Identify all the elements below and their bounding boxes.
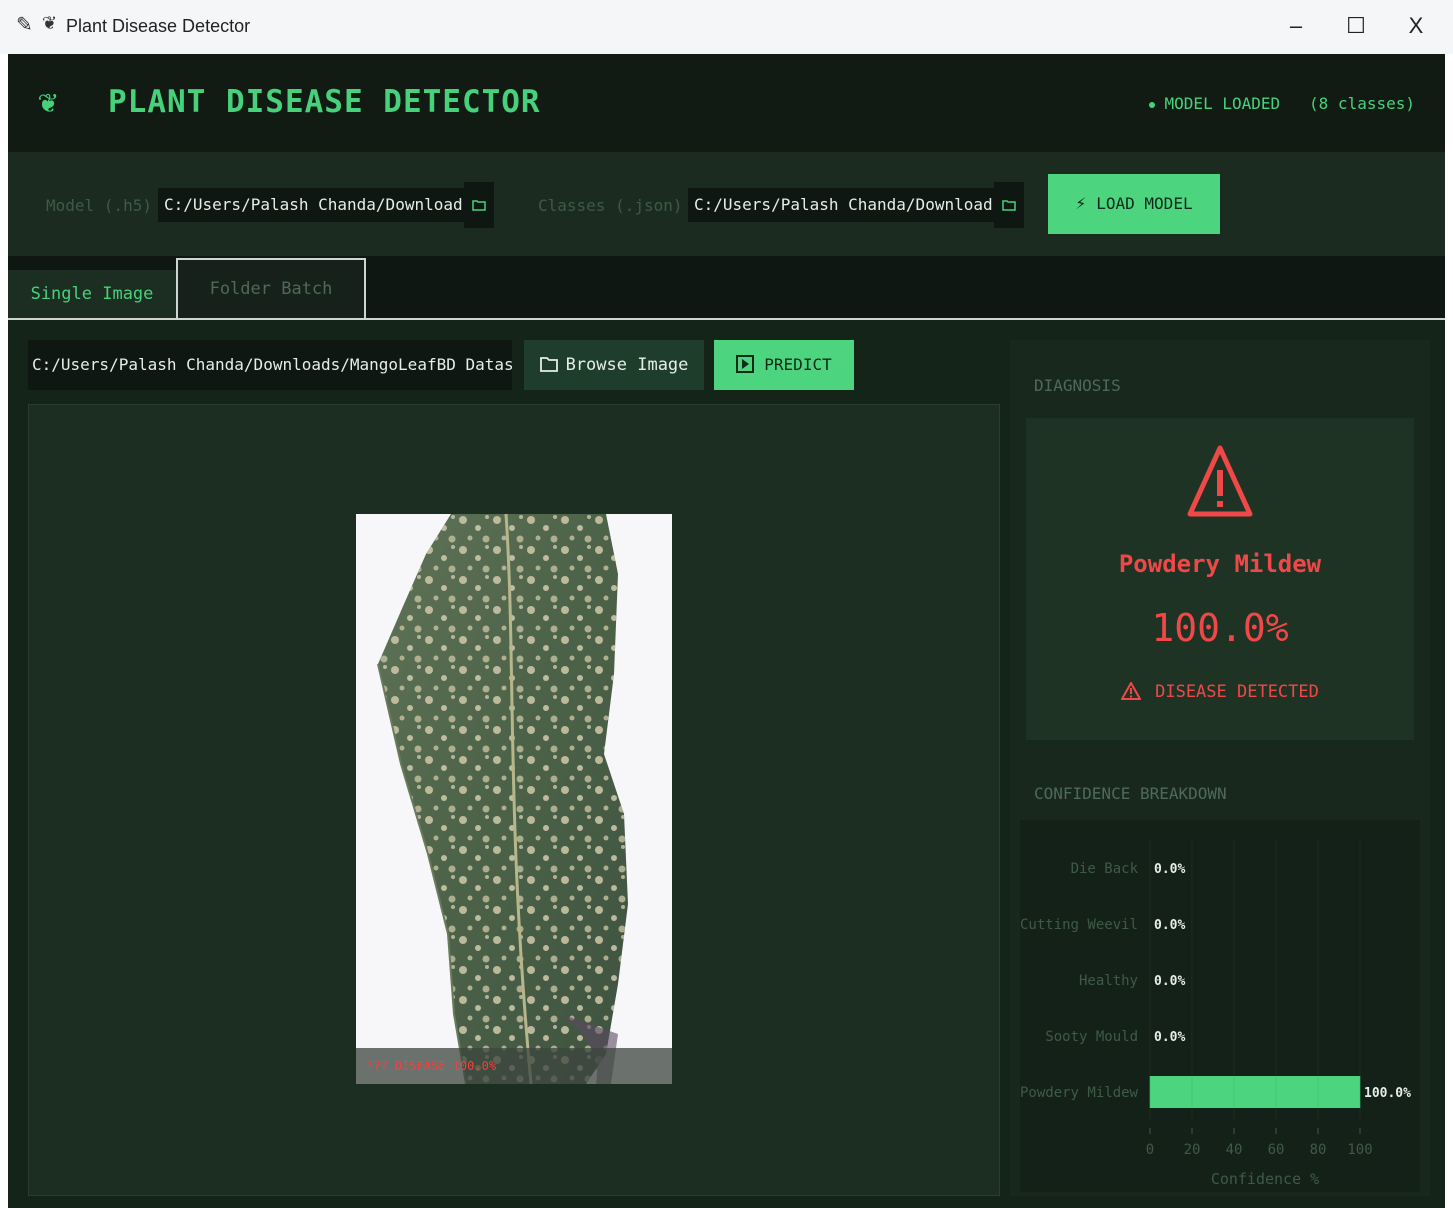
app-title: PLANT DISEASE DETECTOR xyxy=(108,84,541,120)
leaf-logo-icon: ❦ xyxy=(38,82,58,120)
predict-label: PREDICT xyxy=(764,355,832,374)
classes-browse-button[interactable] xyxy=(994,182,1024,228)
leaf-icon: ❦ xyxy=(42,13,58,33)
disease-status-text: DISEASE DETECTED xyxy=(1155,682,1319,702)
browse-image-button[interactable]: Browse Image xyxy=(524,340,704,390)
chart-category-label: Sooty Mould xyxy=(1045,1029,1138,1045)
chart-value-label: 0.0% xyxy=(1154,862,1185,877)
confidence-breakdown-chart: Die Back 0.0% Cutting Weevil 0.0% Healthy 0.0… xyxy=(1020,820,1420,1192)
chart-tick-label: 40 xyxy=(1226,1142,1243,1158)
warning-icon xyxy=(1187,445,1253,517)
chart-value-label: 0.0% xyxy=(1154,1030,1185,1045)
window-titlebar: ✎ ❦ Plant Disease Detector – ☐ X xyxy=(0,0,1453,54)
image-preview-panel: ??? DISEASE 100.0% xyxy=(28,404,1000,1196)
load-model-button[interactable]: ⚡ LOAD MODEL xyxy=(1048,174,1220,234)
chart-bar xyxy=(1150,1076,1360,1108)
folder-icon xyxy=(1002,200,1016,211)
image-prediction-overlay: ??? DISEASE 100.0% xyxy=(356,1048,672,1084)
chart-category-label: Powdery Mildew xyxy=(1020,1085,1139,1101)
chart-value-label: 0.0% xyxy=(1154,974,1185,989)
chart-tick-label: 0 xyxy=(1146,1142,1154,1158)
folder-icon xyxy=(472,200,486,211)
tab-folder-batch[interactable]: Folder Batch xyxy=(176,258,366,318)
load-model-label: LOAD MODEL xyxy=(1096,194,1193,213)
chart-tick-label: 60 xyxy=(1268,1142,1285,1158)
model-config-bar: Model (.h5) C:/Users/Palash Chanda/Downl… xyxy=(8,152,1445,256)
classes-label: Classes (.json) xyxy=(538,196,683,215)
window-title: Plant Disease Detector xyxy=(66,16,251,36)
predict-button[interactable]: PREDICT xyxy=(714,340,854,390)
warning-small-icon xyxy=(1120,680,1142,700)
predicted-class: Powdery Mildew xyxy=(1118,550,1322,578)
diagnosis-panel: DIAGNOSIS Powdery Mildew 100.0% DISEASE … xyxy=(1010,340,1430,1196)
chart-tick-label: 100 xyxy=(1347,1142,1372,1158)
maximize-button[interactable]: ☐ xyxy=(1334,8,1378,44)
tab-single-image[interactable]: Single Image xyxy=(8,270,176,318)
leaf-image: ??? DISEASE 100.0% xyxy=(356,514,672,1084)
status-dot-icon xyxy=(1148,101,1155,108)
disease-status: DISEASE DETECTED xyxy=(1026,680,1414,702)
chart-value-label: 100.0% xyxy=(1364,1086,1411,1101)
close-button[interactable]: X xyxy=(1394,8,1438,44)
lightning-icon: ⚡ xyxy=(1075,193,1087,214)
image-path-field[interactable]: C:/Users/Palash Chanda/Downloads/MangoLe… xyxy=(28,340,512,390)
chart-tick-label: 20 xyxy=(1184,1142,1201,1158)
chart-x-axis-label: Confidence % xyxy=(1211,1170,1319,1188)
diagnosis-section-title: DIAGNOSIS xyxy=(1034,376,1121,395)
feather-icon: ✎ xyxy=(16,14,33,36)
minimize-button[interactable]: – xyxy=(1274,8,1318,44)
predicted-confidence: 100.0% xyxy=(1151,606,1289,650)
model-browse-button[interactable] xyxy=(464,182,494,228)
chart-tick-label: 80 xyxy=(1310,1142,1327,1158)
diagnosis-card: Powdery Mildew 100.0% DISEASE DETECTED xyxy=(1026,418,1414,740)
folder-icon xyxy=(539,357,558,372)
class-count: (8 classes) xyxy=(1309,94,1415,113)
app-window: ❦ PLANT DISEASE DETECTOR MODEL LOADED (8… xyxy=(8,54,1445,1208)
chart-value-label: 0.0% xyxy=(1154,918,1185,933)
model-status: MODEL LOADED (8 classes) xyxy=(1148,94,1415,113)
model-label: Model (.h5) xyxy=(46,196,152,215)
chart-category-label: Cutting Weevil xyxy=(1020,917,1138,933)
play-icon xyxy=(736,355,755,373)
breakdown-section-title: CONFIDENCE BREAKDOWN xyxy=(1034,784,1227,803)
browse-image-label: Browse Image xyxy=(565,355,689,375)
app-header: ❦ PLANT DISEASE DETECTOR MODEL LOADED (8… xyxy=(8,54,1445,152)
leaf-image-drawing xyxy=(356,514,672,1084)
model-status-text: MODEL LOADED xyxy=(1164,94,1281,113)
single-image-panel: C:/Users/Palash Chanda/Downloads/MangoLe… xyxy=(8,320,1445,1208)
classes-path-field[interactable]: C:/Users/Palash Chanda/Downloads, xyxy=(688,188,994,222)
chart-category-label: Healthy xyxy=(1079,973,1138,989)
chart-category-label: Die Back xyxy=(1071,861,1139,877)
tab-bar: Single Image Folder Batch xyxy=(8,256,1445,320)
confidence-chart-svg: Die Back 0.0% Cutting Weevil 0.0% Healthy 0.0… xyxy=(1020,840,1411,1188)
model-path-field[interactable]: C:/Users/Palash Chanda/Downloads, xyxy=(158,188,464,222)
